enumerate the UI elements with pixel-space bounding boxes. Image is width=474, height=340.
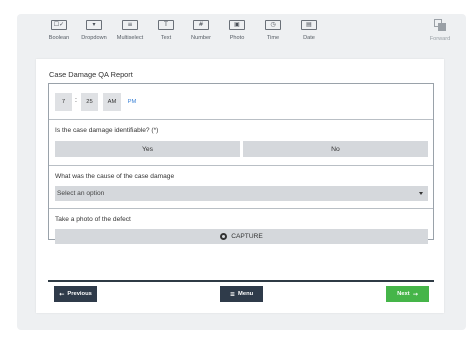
question-photo: Take a photo of the defect (55, 216, 131, 223)
tool-label: Dropdown (81, 35, 107, 41)
date-icon: ▤ (301, 20, 317, 30)
section-divider (49, 119, 433, 120)
forward-button[interactable]: Forward (418, 19, 462, 42)
hour-field[interactable]: 7 (55, 93, 72, 111)
capture-button[interactable]: CAPTURE (55, 229, 428, 244)
tool-label: Number (191, 35, 211, 41)
cause-select[interactable]: Select an option (55, 186, 428, 201)
arrow-right-icon: → (412, 290, 418, 298)
tool-label: Date (303, 35, 315, 41)
hamburger-icon: ≡ (229, 290, 236, 298)
tool-label: Photo (229, 35, 245, 41)
chevron-down-icon (419, 192, 423, 195)
menu-label: Menu (238, 291, 254, 297)
next-label: Next (397, 291, 410, 297)
previous-button[interactable]: ← Previous (54, 286, 97, 302)
multiselect-icon: ≡ (122, 20, 138, 30)
dropdown-icon: ▾ (86, 20, 102, 30)
forward-label: Forward (429, 36, 451, 42)
boolean-icon: ☐✓ (51, 20, 67, 30)
tool-label: Text (160, 35, 172, 41)
photo-icon: ▣ (229, 20, 245, 30)
question-cause: What was the cause of the case damage (55, 173, 175, 180)
section-divider (49, 165, 433, 166)
tool-label: Time (266, 35, 280, 41)
pm-toggle[interactable]: PM (123, 93, 141, 111)
yes-button[interactable]: Yes (55, 141, 240, 157)
select-placeholder: Select an option (57, 190, 105, 197)
field-toolbar: ☐✓ Boolean ▾ Dropdown ≡ Multiselect T Te… (17, 14, 466, 48)
section-divider (49, 208, 433, 209)
no-button[interactable]: No (243, 141, 428, 157)
time-separator: : (75, 97, 77, 104)
minute-field[interactable]: 25 (81, 93, 98, 111)
tool-date[interactable]: ▤ Date (287, 20, 331, 41)
arrow-left-icon: ← (59, 290, 65, 298)
form-title: Case Damage QA Report (49, 70, 133, 79)
tool-label: Multiselect (116, 35, 144, 41)
am-toggle[interactable]: AM (103, 93, 121, 111)
camera-icon (220, 233, 228, 240)
number-icon: # (193, 20, 209, 30)
app-window: ☐✓ Boolean ▾ Dropdown ≡ Multiselect T Te… (0, 0, 474, 340)
forward-icon (434, 19, 446, 31)
previous-label: Previous (67, 291, 92, 297)
time-icon: ◷ (265, 20, 281, 30)
text-icon: T (158, 20, 174, 30)
capture-label: CAPTURE (231, 233, 263, 240)
next-button[interactable]: Next → (386, 286, 429, 302)
nav-divider (48, 280, 434, 282)
question-identifiable: Is the case damage identifiable? (*) (55, 127, 159, 134)
tool-label: Boolean (48, 35, 70, 41)
menu-button[interactable]: ≡ Menu (220, 286, 263, 302)
